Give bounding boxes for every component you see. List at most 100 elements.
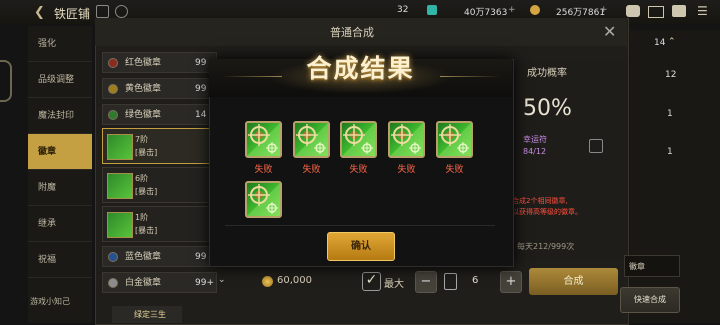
dialog-title: 普通合成 — [330, 26, 374, 39]
sidebar-item-label: 附魔 — [38, 183, 57, 193]
yellow-badge-icon — [108, 84, 118, 94]
badge-item[interactable]: 1阶 [暴击] — [102, 206, 217, 242]
result-badge-icon[interactable] — [245, 181, 282, 218]
quantity-value[interactable]: 6 — [472, 275, 478, 286]
chat-icon[interactable] — [672, 5, 686, 17]
category-label: 黄色徽章 — [125, 84, 162, 94]
close-icon[interactable]: ✕ — [603, 22, 616, 41]
sidebar-item-label: 祝福 — [38, 255, 57, 265]
clock-icon[interactable] — [115, 5, 128, 18]
green-badge-icon — [108, 110, 118, 120]
badge-item[interactable]: 7阶 [暴击] — [102, 128, 217, 164]
badge-name: [暴击] — [135, 226, 158, 235]
category-qty: 99 — [195, 252, 207, 262]
result-label: 失败 — [397, 165, 416, 175]
menu-icon[interactable] — [96, 5, 109, 18]
category-platinum-badge[interactable]: 白金徽章 99+ — [102, 272, 217, 293]
crosshair-badge-icon — [107, 134, 133, 160]
badge-tier: 7阶 — [135, 135, 149, 144]
mail-icon[interactable] — [648, 6, 664, 18]
synthesize-button[interactable]: 合成 — [529, 268, 618, 295]
chevron-down-icon[interactable]: ⌄ — [218, 275, 226, 285]
right-count: 1 — [667, 147, 673, 157]
sidebar-item-inherit[interactable]: 继承 — [28, 206, 92, 242]
add-gold-icon[interactable]: + — [600, 5, 608, 15]
side-handle[interactable] — [0, 60, 12, 102]
luck-charm-checkbox[interactable] — [589, 139, 603, 153]
crosshair-badge-icon — [107, 212, 133, 238]
decrease-button[interactable]: − — [415, 271, 437, 293]
result-label: 失败 — [302, 165, 321, 175]
result-label: 失败 — [254, 165, 273, 175]
category-label: 蓝色徽章 — [125, 252, 162, 262]
gem-value: 40万7363 — [464, 8, 508, 18]
luck-charm-label: 幸运符 — [523, 135, 547, 144]
increase-button[interactable]: + — [500, 271, 522, 293]
game-tip-label[interactable]: 游戏小知己 — [30, 296, 70, 307]
sidebar-item-label: 继承 — [38, 219, 57, 229]
category-yellow-badge[interactable]: 黄色徽章 99 — [102, 78, 217, 99]
category-qty: 14 — [195, 110, 207, 120]
result-badge-icon[interactable] — [245, 121, 282, 158]
category-blue-badge[interactable]: 蓝色徽章 99 — [102, 246, 217, 267]
crosshair-badge-icon — [107, 173, 133, 199]
category-label: 绿色徽章 — [125, 110, 162, 120]
badge-name: [暴击] — [135, 187, 158, 196]
platinum-badge-icon — [108, 278, 118, 288]
description-line: 以获得高等级的徽章。 — [512, 208, 582, 216]
badge-filter-field[interactable]: 徽章 — [624, 255, 680, 277]
badge-tier: 6阶 — [135, 174, 149, 183]
category-qty: 99 — [195, 58, 207, 68]
sidebar-item-label: 魔法封印 — [38, 111, 75, 121]
result-badge-icon[interactable] — [340, 121, 377, 158]
sidebar-item-bless[interactable]: 祝福 — [28, 242, 92, 278]
category-green-badge[interactable]: 绿色徽章 14 — [102, 104, 217, 125]
gold-icon — [530, 5, 540, 15]
daily-limit: 每天212/999次 — [517, 242, 575, 251]
category-label: 白金徽章 — [125, 278, 162, 288]
result-badge-icon[interactable] — [293, 121, 330, 158]
quick-synthesize-button[interactable]: 快速合成 — [620, 287, 680, 313]
gold-value: 256万7861 — [556, 8, 606, 18]
currency-value: 32 — [397, 5, 409, 15]
success-rate-value: 50% — [523, 96, 572, 121]
max-checkbox[interactable]: ✓ — [362, 272, 381, 291]
result-badge-icon[interactable] — [388, 121, 425, 158]
sidebar-item-grade[interactable]: 品级调整 — [28, 62, 92, 98]
cost-value: 60,000 — [277, 275, 312, 286]
page-title: 铁匠铺 — [54, 7, 91, 21]
red-badge-icon — [108, 58, 118, 68]
sidebar-item-enchant[interactable]: 附魔 — [28, 170, 92, 206]
category-qty: 99 — [195, 84, 207, 94]
menu-lines-icon[interactable]: ☰ — [697, 4, 708, 18]
right-count: 1 — [667, 109, 673, 119]
coin-icon — [262, 276, 273, 287]
probability-panel — [508, 60, 628, 260]
sidebar-item-strengthen[interactable]: 强化 — [28, 26, 92, 62]
sidebar-item-seal[interactable]: 魔法封印 — [28, 98, 92, 134]
result-modal-title: 合成结果 — [306, 54, 415, 83]
chevron-up-icon[interactable]: ⌃ — [668, 37, 676, 47]
sidebar-item-label: 强化 — [38, 39, 57, 49]
description-line: 合成2个相同徽章, — [512, 197, 568, 205]
sidebar-item-label: 品级调整 — [38, 75, 75, 85]
sidebar-item-badge[interactable]: 徽章 — [28, 134, 92, 170]
category-red-badge[interactable]: 红色徽章 99 — [102, 52, 217, 73]
luck-charm-value: 84/12 — [523, 147, 547, 156]
badge-tier: 1阶 — [135, 213, 149, 222]
result-badge-icon[interactable] — [436, 121, 473, 158]
shop-icon[interactable] — [626, 5, 640, 17]
result-label: 失败 — [445, 165, 464, 175]
add-gem-icon[interactable]: + — [508, 5, 516, 15]
sidebar-item-label: 徽章 — [38, 147, 57, 157]
category-qty: 99+ — [195, 278, 214, 288]
badge-item[interactable]: 6阶 [暴击] — [102, 167, 217, 203]
success-rate-label: 成功概率 — [527, 68, 567, 79]
calculator-icon[interactable] — [444, 273, 457, 290]
result-label: 失败 — [349, 165, 368, 175]
confirm-button[interactable]: 确认 — [327, 232, 395, 261]
max-label: 最大 — [384, 279, 404, 290]
back-arrow-icon[interactable]: ❮ — [34, 5, 45, 20]
blue-badge-icon — [108, 252, 118, 262]
badge-name: [暴击] — [135, 148, 158, 157]
